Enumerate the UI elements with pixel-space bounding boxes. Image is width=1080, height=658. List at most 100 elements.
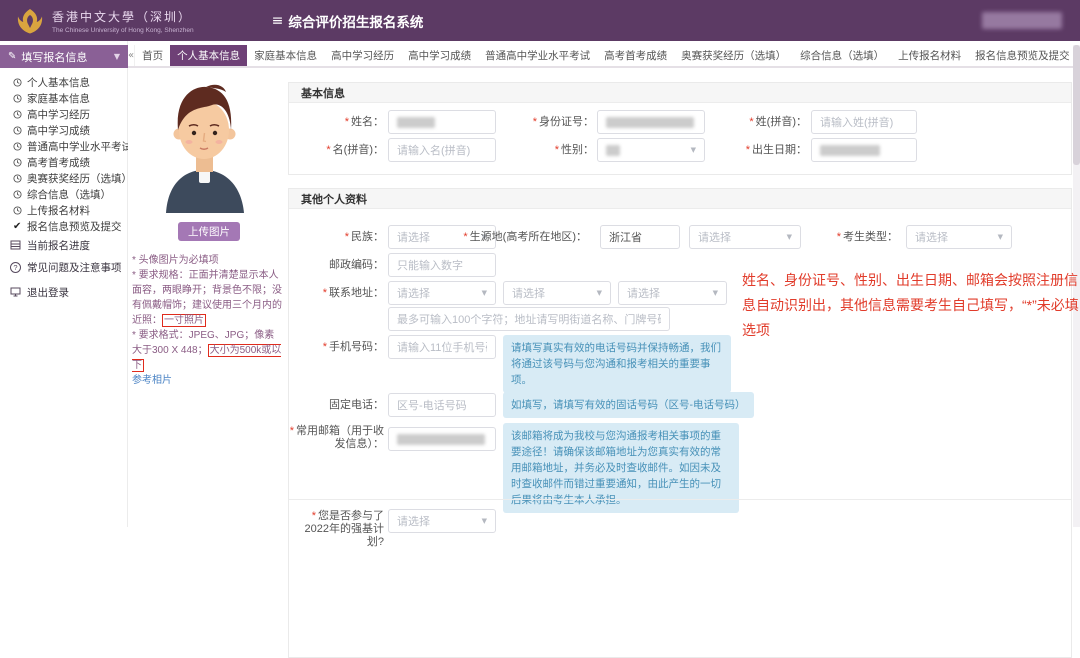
address-district-select[interactable]: 请选择▼	[618, 281, 727, 305]
tab-home[interactable]: 首页	[135, 45, 170, 66]
chevron-down-icon: ▼	[787, 233, 792, 241]
email-label: *常用邮箱（用于收发信息）：	[289, 425, 384, 451]
progress-list-icon	[10, 240, 21, 250]
sidebar-link-current-progress[interactable]: 当前报名进度	[0, 237, 128, 253]
university-branding: 香港中文大學（深圳） The Chinese University of Hon…	[16, 7, 194, 35]
sidebar-item-highschool-experience[interactable]: 高中学习经历	[0, 106, 128, 122]
redacted-value	[397, 117, 435, 128]
tab-family-basic[interactable]: 家庭基本信息	[247, 45, 324, 66]
university-logo	[16, 7, 44, 35]
name-input[interactable]	[388, 110, 496, 134]
sidebar-link-faq[interactable]: ? 常见问题及注意事项	[0, 259, 128, 275]
sidebar-item-gaokao-first-exam[interactable]: 高考首考成绩	[0, 154, 128, 170]
clock-icon	[13, 94, 22, 103]
photo-note-required: * 头像图片为必填项	[132, 253, 284, 268]
tab-academic-level-exam[interactable]: 普通高中学业水平考试	[478, 45, 597, 66]
sidebar-item-upload-materials[interactable]: 上传报名材料	[0, 202, 128, 218]
qiangji-plan-label: *您是否参与了2022年的强基计划?	[289, 510, 384, 549]
sidebar: ✎ 填写报名信息 ▼ 个人基本信息 家庭基本信息 高中学习经历 高中学习成绩 普…	[0, 41, 128, 527]
mobile-input[interactable]: 请输入11位手机号码	[388, 335, 496, 359]
hamburger-icon[interactable]: ≡	[272, 13, 284, 29]
redacted-value	[397, 434, 485, 445]
avatar-placeholder-image	[156, 78, 253, 213]
redacted-value	[820, 145, 880, 156]
clock-icon	[13, 174, 22, 183]
origin-city-select[interactable]: 请选择▼	[689, 225, 801, 249]
tab-highschool-experience[interactable]: 高中学习经历	[324, 45, 401, 66]
sidebar-item-highschool-grades[interactable]: 高中学习成绩	[0, 122, 128, 138]
tab-highschool-grades[interactable]: 高中学习成绩	[401, 45, 478, 66]
photo-note-spec: * 要求规格：正面并清楚显示本人面容，两眼睁开；背景色不限；没有佩戴帽饰；建议使…	[132, 268, 284, 328]
qiangji-plan-select[interactable]: 请选择▼	[388, 509, 496, 533]
other-info-section: 其他个人资料 *民族： 请选择▼ *生源地(高考所在地区)： 浙江省 请选择▼ …	[288, 188, 1072, 658]
scrollbar-thumb[interactable]	[1073, 45, 1080, 165]
tab-bar: « 首页 个人基本信息 家庭基本信息 高中学习经历 高中学习成绩 普通高中学业水…	[128, 45, 1080, 68]
photo-requirements-note: * 头像图片为必填项 * 要求规格：正面并清楚显示本人面容，两眼睁开；背景色不限…	[132, 253, 284, 388]
tab-gaokao-first-exam[interactable]: 高考首考成绩	[597, 45, 674, 66]
sidebar-item-academic-level-exam[interactable]: 普通高中学业水平考试	[0, 138, 128, 154]
clock-icon	[13, 206, 22, 215]
origin-region-label: *生源地(高考所在地区)：	[449, 225, 587, 249]
ethnicity-origin-type-row: *民族： 请选择▼ *生源地(高考所在地区)： 浙江省 请选择▼ *考生类型： …	[289, 225, 1071, 249]
red-highlight-box: 一寸照片	[162, 314, 206, 327]
sidebar-group-fill-application[interactable]: ✎ 填写报名信息 ▼	[0, 45, 128, 68]
university-name-cn: 香港中文大學（深圳）	[52, 8, 194, 25]
id-number-label: *身份证号：	[494, 110, 594, 134]
sidebar-item-preview-submit[interactable]: ✔ 报名信息预览及提交	[0, 218, 128, 234]
candidate-type-select[interactable]: 请选择▼	[906, 225, 1012, 249]
upload-photo-button[interactable]: 上传图片	[178, 222, 240, 241]
birthdate-input[interactable]	[811, 138, 917, 162]
reference-photo-link[interactable]: 参考相片	[132, 373, 284, 388]
landline-input[interactable]: 区号-电话号码	[388, 393, 496, 417]
chevron-down-icon: ▼	[713, 289, 718, 297]
sidebar-item-family-basic[interactable]: 家庭基本信息	[0, 90, 128, 106]
redacted-value	[606, 145, 620, 156]
sidebar-item-personal-basic[interactable]: 个人基本信息	[0, 74, 128, 90]
name-label: *姓名：	[289, 110, 384, 134]
section-divider	[289, 499, 1071, 500]
basic-info-section: 基本信息 *姓名： *身份证号： *姓(拼音)： 请输入姓(拼音) *名(拼音)…	[288, 82, 1072, 175]
check-icon: ✔	[13, 221, 22, 232]
givenname-pinyin-input[interactable]: 请输入名(拼音)	[388, 138, 496, 162]
postcode-input[interactable]: 只能输入数字	[388, 253, 496, 277]
tab-personal-basic[interactable]: 个人基本信息	[170, 45, 247, 66]
clock-icon	[13, 190, 22, 199]
sidebar-link-logout[interactable]: 退出登录	[0, 284, 128, 300]
basic-row-2: *名(拼音)： 请输入名(拼音) *性别： ▼ *出生日期：	[289, 138, 1071, 162]
gender-select[interactable]: ▼	[597, 138, 705, 162]
chevron-down-icon: ▼	[482, 517, 487, 525]
mobile-label: *手机号码：	[289, 335, 384, 359]
clock-icon	[13, 126, 22, 135]
logout-monitor-icon	[10, 287, 21, 297]
landline-row: 固定电话： 区号-电话号码 如填写，请填写有效的固话号码（区号-电话号码）	[289, 393, 1071, 417]
surname-pinyin-input[interactable]: 请输入姓(拼音)	[811, 110, 917, 134]
chevron-down-icon: ▼	[482, 289, 487, 297]
redacted-value	[606, 117, 694, 128]
sidebar-item-comprehensive-info[interactable]: 综合信息（选填）	[0, 186, 128, 202]
user-account-redacted[interactable]	[982, 12, 1062, 29]
tab-comprehensive-info[interactable]: 综合信息（选填）	[793, 45, 891, 66]
tab-olympiad-awards[interactable]: 奥赛获奖经历（选填）	[674, 45, 793, 66]
other-info-section-title: 其他个人资料	[289, 189, 1071, 209]
address-detail-input[interactable]: 最多可输入100个字符；地址请写明街道名称、门牌号码、楼层和房间号等信息	[388, 307, 670, 331]
tab-preview-submit[interactable]: 报名信息预览及提交	[968, 45, 1077, 66]
tab-upload-materials[interactable]: 上传报名材料	[891, 45, 968, 66]
givenname-pinyin-label: *名(拼音)：	[289, 138, 384, 162]
photo-note-format: * 要求格式：JPEG、JPG；像素大于300 X 448；大小为500k或以下	[132, 328, 284, 373]
clock-icon	[13, 78, 22, 87]
surname-pinyin-label: *姓(拼音)：	[709, 110, 807, 134]
id-number-input[interactable]	[597, 110, 705, 134]
chevron-down-icon: ▼	[114, 52, 120, 61]
address-city-select[interactable]: 请选择▼	[503, 281, 611, 305]
double-chevron-left-icon: «	[128, 50, 134, 61]
sidebar-item-olympiad-awards[interactable]: 奥赛获奖经历（选填）	[0, 170, 128, 186]
address-label: *联系地址：	[289, 281, 384, 305]
red-annotation-note: 姓名、身份证号、性别、出生日期、邮箱会按照注册信息自动识别出，其他信息需要考生自…	[742, 268, 1080, 343]
scroll-tabs-left-button[interactable]: «	[128, 45, 135, 66]
email-input[interactable]	[388, 427, 496, 451]
chevron-down-icon: ▼	[597, 289, 602, 297]
help-icon: ?	[10, 262, 21, 273]
postcode-label: 邮政编码：	[289, 253, 384, 277]
origin-province-input[interactable]: 浙江省	[600, 225, 680, 249]
address-province-select[interactable]: 请选择▼	[388, 281, 496, 305]
